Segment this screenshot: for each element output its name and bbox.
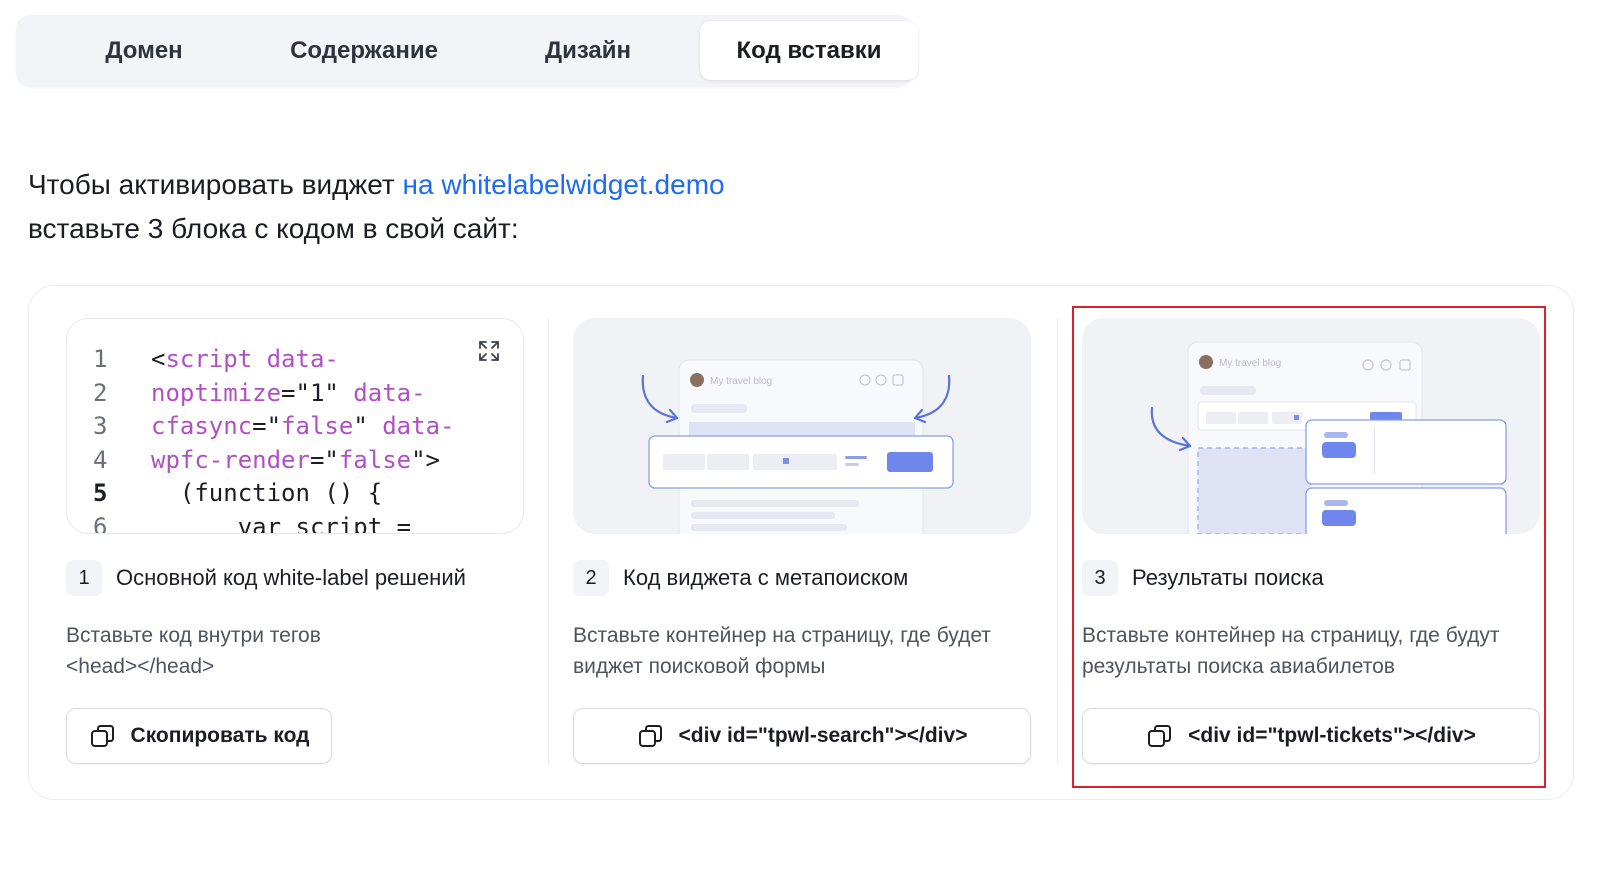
step-description: Вставьте контейнер на страницу, где буде…: [573, 624, 991, 678]
line-number: 3: [93, 412, 108, 440]
step-description: Вставьте контейнер на страницу, где буду…: [1082, 624, 1500, 678]
step-number-badge: 3: [1082, 560, 1118, 596]
copy-search-container-label: <div id="tpwl-search"></div>: [678, 724, 968, 747]
blog-title: My travel blog: [1219, 358, 1281, 369]
blog-title: My travel blog: [710, 376, 772, 387]
code-line: <script data-: [151, 345, 339, 373]
search-widget-illustration: My travel blog: [573, 318, 1031, 534]
step-number-badge: 2: [573, 560, 609, 596]
line-number-current: 5: [93, 479, 108, 507]
line-number: 4: [93, 445, 108, 474]
step-heading: 3 Результаты поиска: [1082, 560, 1324, 596]
copy-tickets-container-button[interactable]: <div id="tpwl-tickets"></div>: [1082, 708, 1540, 764]
tab-content[interactable]: Содержание: [264, 21, 464, 80]
copy-tickets-container-label: <div id="tpwl-tickets"></div>: [1188, 724, 1476, 747]
step-heading: 1 Основной код white-label решений: [66, 560, 466, 596]
copy-code-button[interactable]: Скопировать код: [66, 708, 332, 764]
copy-search-container-button[interactable]: <div id="tpwl-search"></div>: [573, 708, 1031, 764]
line-number: 6: [93, 512, 108, 534]
copy-icon: [638, 725, 662, 747]
intro-text-line2: вставьте 3 блока с кодом в свой сайт:: [28, 213, 519, 244]
intro-text-prefix: Чтобы активировать виджет: [28, 169, 403, 200]
search-results-illustration: My travel blog: [1082, 318, 1540, 534]
tab-design[interactable]: Дизайн: [488, 21, 688, 80]
step-number-badge: 1: [66, 560, 102, 596]
code-line: noptimize="1" data-: [151, 378, 426, 407]
step-title: Код виджета с метапоиском: [623, 565, 909, 590]
widget-domain-link[interactable]: на whitelabelwidget.demo: [403, 169, 725, 200]
line-number: 1: [93, 345, 108, 373]
avatar: [1199, 355, 1213, 369]
avatar: [690, 373, 704, 387]
step-title: Результаты поиска: [1132, 565, 1324, 590]
step-description: Вставьте код внутри тегов <head></head>: [66, 624, 321, 678]
code-line: cfasync="false" data-: [151, 412, 455, 440]
step-title: Основной код white-label решений: [116, 565, 466, 590]
column-divider: [548, 318, 549, 764]
intro-text: Чтобы активировать виджет на whitelabelw…: [28, 163, 725, 251]
line-number: 2: [93, 378, 108, 407]
copy-code-button-label: Скопировать код: [130, 724, 310, 747]
code-line: (function () {: [151, 479, 383, 507]
tab-embed-code[interactable]: Код вставки: [700, 21, 918, 80]
tab-bar: Домен Содержание Дизайн Код вставки: [16, 15, 918, 87]
code-preview: 1 2 3 4 5 6 <script data- noptimize="1" …: [66, 318, 524, 534]
tab-domain[interactable]: Домен: [44, 21, 244, 80]
code-line: var script =: [151, 512, 412, 534]
search-results-mockup: My travel blog: [1150, 341, 1507, 534]
copy-icon: [90, 725, 114, 747]
copy-icon: [1148, 725, 1172, 747]
expand-icon[interactable]: [477, 339, 501, 363]
column-divider: [1057, 318, 1058, 764]
step-heading: 2 Код виджета с метапоиском: [573, 560, 908, 596]
code-line: wpfc-render="false">: [151, 445, 441, 474]
search-widget-mockup: My travel blog: [641, 359, 954, 534]
